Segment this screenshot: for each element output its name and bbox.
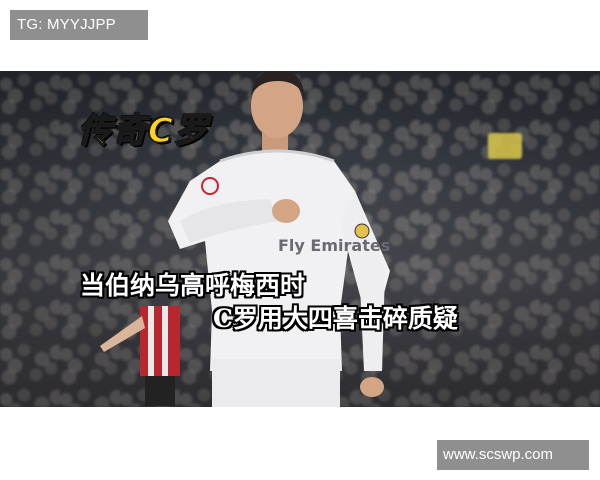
- news-photo: Fly Emirates 传奇C罗 当伯纳乌高呼梅西时 C罗用大四喜击碎质疑: [0, 71, 600, 407]
- crowd-banner: [488, 133, 522, 159]
- watermark-bottom: www.scswp.com: [437, 440, 589, 470]
- title-badge: 传奇C罗: [77, 110, 209, 152]
- headline-line-1: 当伯纳乌高呼梅西时: [80, 271, 306, 300]
- jersey-sponsor: Fly Emirates: [278, 236, 390, 255]
- watermark-top: TG: MYYJJPP: [10, 10, 148, 40]
- headline-line-2: C罗用大四喜击碎质疑: [213, 304, 458, 333]
